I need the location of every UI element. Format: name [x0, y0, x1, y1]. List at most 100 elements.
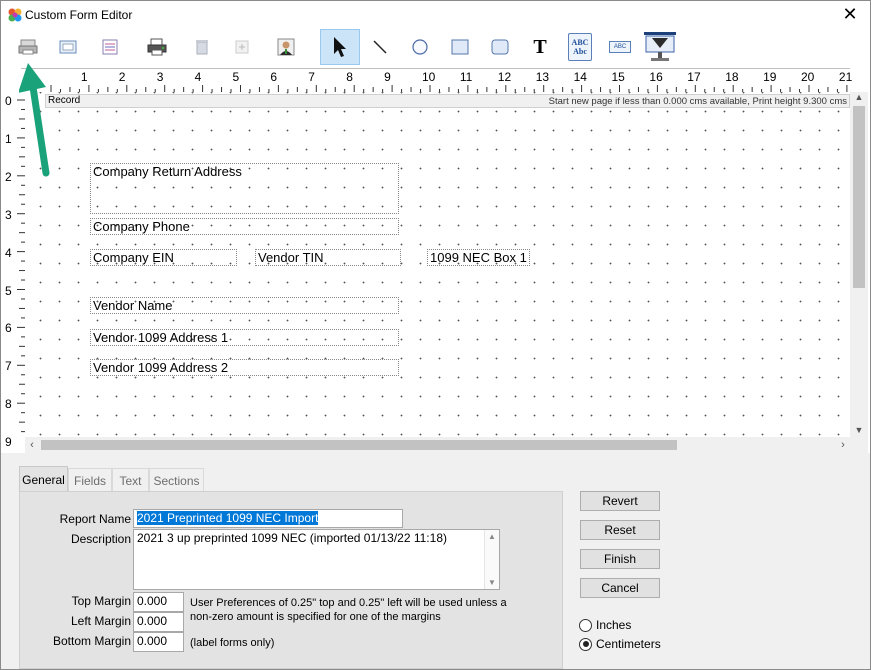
scroll-right-icon[interactable]: › — [836, 437, 850, 453]
ruler-number: 21 — [838, 70, 853, 84]
ruler-number: 8 — [346, 70, 353, 84]
rectangle-tool-icon — [451, 39, 469, 55]
delete-button[interactable] — [183, 29, 221, 65]
field-1099-nec-box-1[interactable]: 1099 NEC Box 1 — [427, 249, 530, 266]
scroll-down-icon[interactable]: ▼ — [850, 425, 868, 437]
centimeters-radio[interactable]: Centimeters — [579, 636, 661, 652]
field-text-tool-button[interactable]: ABC Abc — [561, 29, 599, 65]
delete-icon — [196, 40, 208, 55]
vertical-scroll-thumb[interactable] — [853, 106, 865, 288]
form-design-canvas[interactable]: Record Start new page if less than 0.000… — [25, 92, 850, 437]
field-company-phone[interactable]: Company Phone — [90, 218, 399, 235]
desc-scroll-down-icon[interactable]: ▼ — [485, 578, 499, 587]
scroll-up-icon[interactable]: ▲ — [850, 92, 868, 104]
field-vendor-name[interactable]: Vendor Name — [90, 297, 399, 314]
print-setup-button[interactable] — [9, 29, 47, 65]
centimeters-label: Centimeters — [596, 637, 661, 651]
label-tool-button[interactable]: ABC — [601, 29, 639, 65]
horizontal-scroll-thumb[interactable] — [41, 440, 677, 450]
report-name-label: Report Name — [59, 512, 131, 526]
section-info: Start new page if less than 0.000 cms av… — [548, 96, 847, 107]
vertical-scrollbar[interactable]: ▲ ▼ — [850, 92, 868, 437]
field-company-return-address[interactable]: Company Return Address — [90, 163, 399, 214]
user-button[interactable] — [267, 29, 305, 65]
cancel-button[interactable]: Cancel — [580, 578, 660, 598]
finish-button[interactable]: Finish — [580, 549, 660, 569]
record-section-bar[interactable]: Record Start new page if less than 0.000… — [45, 94, 850, 108]
add-button[interactable] — [223, 29, 261, 65]
ruler-number: 1 — [80, 70, 88, 84]
select-pointer-icon — [334, 37, 346, 57]
field-vendor-1099-address-2[interactable]: Vendor 1099 Address 2 — [90, 359, 399, 376]
reset-button[interactable]: Reset — [580, 520, 660, 540]
close-button[interactable]: ✕ — [840, 5, 860, 25]
printer-icon — [147, 38, 167, 56]
desc-scroll-up-icon[interactable]: ▲ — [485, 532, 499, 541]
ruler-number: 3 — [156, 70, 164, 84]
section-button[interactable] — [91, 29, 129, 65]
vertical-ruler-number: 4 — [5, 245, 12, 260]
scroll-left-icon[interactable]: ‹ — [25, 437, 39, 453]
page-setup-button[interactable] — [49, 29, 87, 65]
description-scrollbar[interactable]: ▲ ▼ — [484, 530, 499, 589]
window-title: Custom Form Editor — [25, 8, 133, 22]
label-forms-note: (label forms only) — [190, 637, 275, 649]
report-name-value: 2021 Preprinted 1099 NEC Import — [137, 511, 319, 525]
field-vendor-tin[interactable]: Vendor TIN — [255, 249, 401, 266]
toolbar: T ABC Abc ABC — [1, 29, 870, 67]
text-tool-button[interactable]: T — [521, 29, 559, 65]
inches-label: Inches — [596, 618, 632, 632]
line-tool-icon — [373, 40, 387, 54]
centimeters-radio-circle[interactable] — [579, 637, 592, 651]
ellipse-tool-button[interactable] — [401, 29, 439, 65]
left-margin-input[interactable]: 0.000 — [133, 612, 184, 632]
ruler-number: 18 — [725, 70, 739, 84]
vertical-ruler-number: 3 — [5, 207, 12, 222]
image-tool-button[interactable] — [641, 29, 679, 65]
user-icon — [277, 38, 295, 56]
properties-panel: General Fields Text Sections Report Name… — [1, 453, 870, 669]
line-tool-button[interactable] — [361, 29, 399, 65]
rounded-rectangle-tool-button[interactable] — [481, 29, 519, 65]
vertical-ruler-number: 9 — [5, 435, 12, 450]
add-icon — [235, 40, 249, 54]
annotation-arrow-icon — [19, 63, 50, 177]
ruler-number: 6 — [270, 70, 278, 84]
tab-fields[interactable]: Fields — [68, 468, 112, 492]
text-tool-icon: T — [533, 35, 547, 58]
top-margin-input[interactable]: 0.000 — [133, 592, 184, 612]
vertical-ruler-number: 1 — [5, 131, 12, 146]
field-text-tool-icon: ABC Abc — [568, 33, 592, 61]
inches-radio[interactable]: Inches — [579, 617, 631, 633]
report-name-input[interactable]: 2021 Preprinted 1099 NEC Import — [133, 509, 403, 528]
bottom-margin-input[interactable]: 0.000 — [133, 632, 184, 652]
title-bar: Custom Form Editor ✕ — [1, 1, 870, 29]
inches-radio-circle[interactable] — [579, 618, 592, 632]
vertical-ruler-number: 0 — [5, 94, 12, 108]
revert-button[interactable]: Revert — [580, 491, 660, 511]
rectangle-tool-button[interactable] — [441, 29, 479, 65]
page-setup-icon — [59, 40, 77, 54]
general-tab-panel: Report Name 2021 Preprinted 1099 NEC Imp… — [19, 491, 563, 669]
tab-sections[interactable]: Sections — [149, 468, 204, 492]
horizontal-scrollbar[interactable]: ‹ › — [25, 437, 850, 453]
app-icon — [8, 8, 22, 22]
close-icon[interactable]: ✕ — [842, 4, 857, 24]
ruler-number: 5 — [232, 70, 240, 84]
vertical-ruler-number: 6 — [5, 321, 12, 336]
tab-general[interactable]: General — [19, 466, 68, 491]
left-margin-label: Left Margin — [70, 614, 131, 628]
field-company-ein[interactable]: Company EIN — [90, 249, 237, 266]
top-margin-label: Top Margin — [71, 594, 131, 608]
ruler-number: 7 — [308, 70, 315, 84]
margin-note: User Preferences of 0.25" top and 0.25" … — [190, 597, 507, 623]
select-pointer-button[interactable] — [320, 29, 360, 65]
print-button[interactable] — [138, 29, 176, 65]
ruler-number: 15 — [611, 70, 625, 84]
image-tool-icon — [644, 32, 676, 61]
ruler-number: 11 — [459, 70, 473, 84]
print-setup-icon — [18, 39, 38, 55]
description-textarea[interactable]: 2021 3 up preprinted 1099 NEC (imported … — [133, 529, 500, 590]
field-vendor-1099-address-1[interactable]: Vendor 1099 Address 1 — [90, 329, 399, 346]
tab-text[interactable]: Text — [112, 468, 149, 492]
